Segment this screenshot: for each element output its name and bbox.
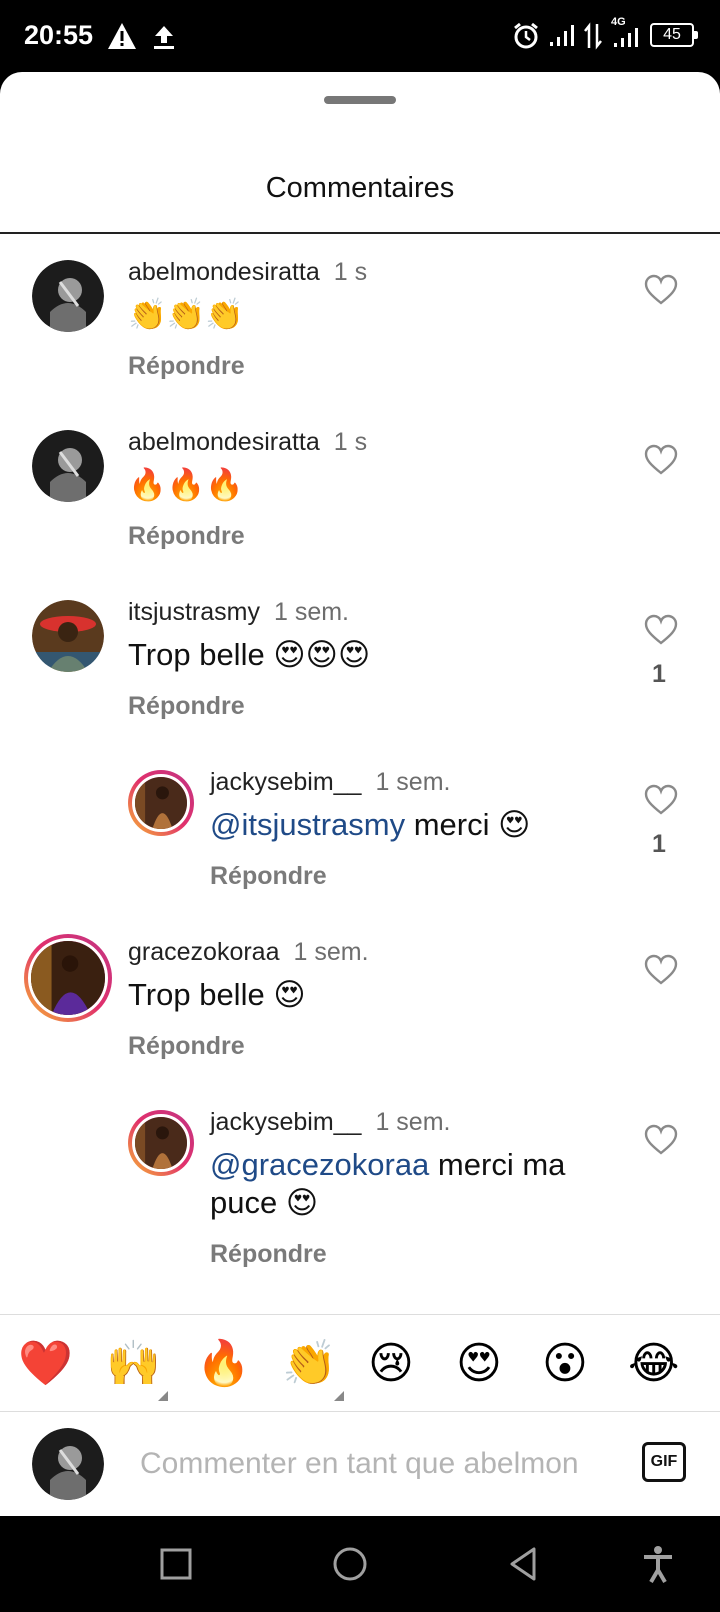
like-count: 1 xyxy=(652,830,666,858)
signal-icon xyxy=(550,25,574,46)
comment-text: 🔥🔥🔥 xyxy=(128,467,244,502)
comment-username[interactable]: abelmondesiratta 1 s xyxy=(128,428,367,457)
reply-button[interactable]: Répondre xyxy=(128,1032,245,1061)
comment-username[interactable]: gracezokoraa 1 sem. xyxy=(128,938,369,967)
avatar[interactable] xyxy=(32,600,104,672)
comment-username[interactable]: jackysebim__ 1 sem. xyxy=(210,1108,450,1137)
battery-icon: 45 xyxy=(650,23,698,47)
status-bar: 20:55 4G 45 xyxy=(0,0,720,72)
skin-tone-indicator-icon xyxy=(158,1391,168,1401)
system-nav-bar xyxy=(0,1516,720,1612)
gif-button[interactable]: GIF xyxy=(642,1442,686,1482)
comment-time: 1 sem. xyxy=(375,1108,451,1136)
reaction-surprised[interactable]: 😮 xyxy=(542,1339,588,1389)
avatar[interactable] xyxy=(32,260,104,332)
network-type: 4G xyxy=(611,16,626,28)
comment-input[interactable] xyxy=(140,1440,610,1488)
reaction-laughing[interactable]: 😂 xyxy=(628,1339,679,1389)
quick-reactions-bar: ❤️ 🙌 🔥 👏 😢 😍 😮 😂 xyxy=(0,1314,720,1412)
comment-text: @itsjustrasmy merci 😍 xyxy=(210,807,531,842)
mention-link[interactable]: @itsjustrasmy xyxy=(210,807,405,842)
upload-icon xyxy=(154,26,174,49)
comment-username[interactable]: abelmondesiratta 1 s xyxy=(128,258,367,287)
reaction-raised-hands[interactable]: 🙌 xyxy=(106,1339,161,1389)
avatar[interactable] xyxy=(128,770,194,836)
home-icon[interactable] xyxy=(330,1544,370,1584)
reaction-fire[interactable]: 🔥 xyxy=(196,1339,251,1389)
heart-icon[interactable] xyxy=(644,274,678,306)
reply-button[interactable]: Répondre xyxy=(210,862,327,891)
comment-item: jackysebim__ 1 sem. @itsjustrasmy merci 😍… xyxy=(0,744,720,914)
heart-icon[interactable] xyxy=(644,954,678,986)
avatar[interactable] xyxy=(128,1110,194,1176)
comment-text: Trop belle 😍😍😍 xyxy=(128,637,371,672)
reaction-heart[interactable]: ❤️ xyxy=(18,1339,73,1389)
comment-text: @gracezokoraa merci ma puce 😍 xyxy=(210,1147,566,1220)
back-icon[interactable] xyxy=(504,1544,544,1584)
comment-item: abelmondesiratta 1 s 🔥🔥🔥 Répondre xyxy=(0,404,720,574)
heart-icon[interactable] xyxy=(644,1124,678,1156)
skin-tone-indicator-icon xyxy=(334,1391,344,1401)
drag-handle[interactable] xyxy=(324,96,396,104)
reply-button[interactable]: Répondre xyxy=(128,352,245,381)
signal-4g-icon xyxy=(614,28,638,47)
comment-item: itsjustrasmy 1 sem. Trop belle 😍😍😍 Répond… xyxy=(0,574,720,744)
comment-time: 1 sem. xyxy=(273,598,349,626)
comments-list[interactable]: abelmondesiratta 1 s 👏👏👏 Répondre abelmon… xyxy=(0,234,720,1386)
reply-button[interactable]: Répondre xyxy=(210,1240,327,1269)
comment-time: 1 s xyxy=(333,258,368,286)
avatar[interactable] xyxy=(32,1428,104,1500)
reply-button[interactable]: Répondre xyxy=(128,522,245,551)
comment-time: 1 sem. xyxy=(375,768,451,796)
avatar[interactable] xyxy=(32,430,104,502)
comment-item: jackysebim__ 1 sem. @gracezokoraa merci m… xyxy=(0,1084,720,1294)
reply-button[interactable]: Répondre xyxy=(128,692,245,721)
comment-username[interactable]: jackysebim__ 1 sem. xyxy=(210,768,450,797)
reaction-crying[interactable]: 😢 xyxy=(368,1339,414,1389)
heart-icon[interactable] xyxy=(644,444,678,476)
comment-item: gracezokoraa 1 sem. Trop belle 😍 Répondre xyxy=(0,914,720,1084)
reaction-heart-eyes[interactable]: 😍 xyxy=(456,1339,502,1389)
avatar[interactable] xyxy=(24,934,112,1022)
data-arrows-icon xyxy=(584,22,602,50)
warning-icon xyxy=(108,23,136,49)
recent-apps-icon[interactable] xyxy=(156,1544,196,1584)
like-count: 1 xyxy=(652,660,666,688)
accessibility-icon[interactable] xyxy=(638,1544,678,1584)
reaction-clap[interactable]: 👏 xyxy=(282,1339,337,1389)
comment-time: 1 s xyxy=(333,428,368,456)
comment-username[interactable]: itsjustrasmy 1 sem. xyxy=(128,598,349,627)
comment-item: abelmondesiratta 1 s 👏👏👏 Répondre xyxy=(0,234,720,404)
comment-text: Trop belle 😍 xyxy=(128,977,306,1012)
mention-link[interactable]: @gracezokoraa xyxy=(210,1147,429,1182)
comments-sheet: Commentaires abelmondesiratta 1 s 👏👏👏 Rép… xyxy=(0,72,720,1516)
comment-text: 👏👏👏 xyxy=(128,297,244,332)
alarm-icon xyxy=(514,22,538,49)
comment-composer: GIF xyxy=(0,1412,720,1516)
sheet-title: Commentaires xyxy=(265,172,455,204)
status-time: 20:55 xyxy=(24,20,94,50)
heart-icon[interactable] xyxy=(644,614,678,646)
comment-time: 1 sem. xyxy=(293,938,369,966)
heart-icon[interactable] xyxy=(644,784,678,816)
